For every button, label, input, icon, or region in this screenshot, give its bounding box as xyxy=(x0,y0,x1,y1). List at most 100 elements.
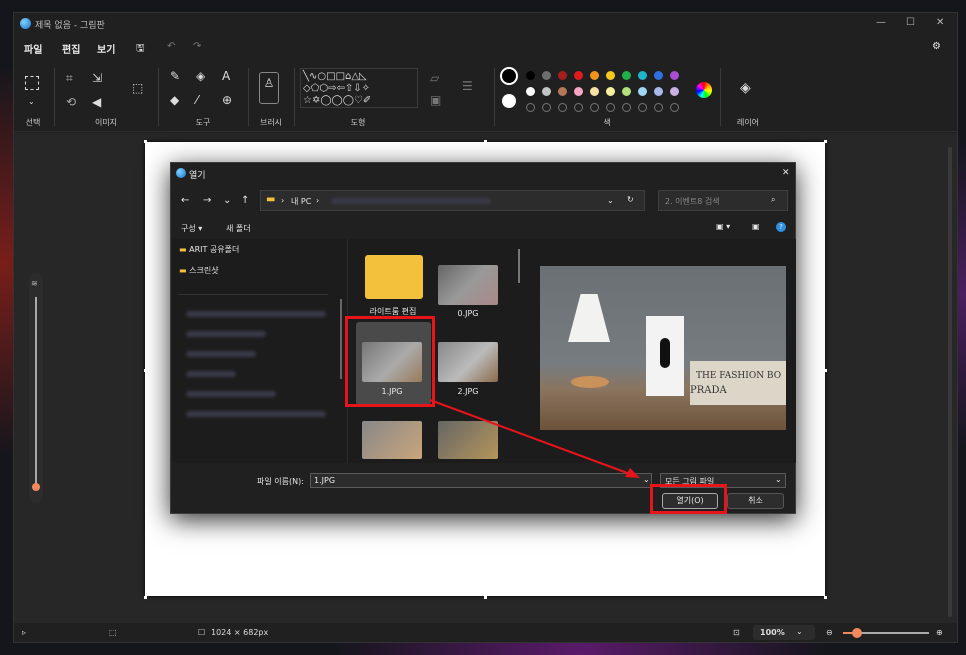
color-swatch[interactable] xyxy=(606,71,615,80)
color-swatch[interactable] xyxy=(526,87,535,96)
color-swatch[interactable] xyxy=(526,71,535,80)
color-swatch[interactable] xyxy=(638,87,647,96)
maximize-icon[interactable]: ☐ xyxy=(906,17,915,28)
color-swatch[interactable] xyxy=(542,71,551,80)
menu-view[interactable]: 보기 xyxy=(97,41,115,56)
image-thumbnail[interactable] xyxy=(438,421,498,459)
recent-chevron-icon[interactable]: ⌄ xyxy=(223,195,231,206)
edit-colors-icon[interactable] xyxy=(696,82,712,98)
forward-icon[interactable]: → xyxy=(203,195,211,206)
save-icon[interactable]: 🖫 xyxy=(136,41,145,58)
back-icon[interactable]: ← xyxy=(181,195,189,206)
zoom-in-icon[interactable]: ⊕ xyxy=(936,628,943,637)
color-swatch[interactable] xyxy=(670,87,679,96)
color-swatch[interactable] xyxy=(622,71,631,80)
help-icon[interactable]: ? xyxy=(776,222,786,232)
shape-size-icon[interactable]: ☰ xyxy=(462,80,473,92)
zoom-select[interactable]: 100% ⌄ xyxy=(753,625,815,640)
organize-button[interactable]: 구성 ▾ xyxy=(181,223,202,234)
settings-gear-icon[interactable]: ⚙ xyxy=(932,41,941,52)
secondary-color[interactable] xyxy=(502,94,516,108)
color-picker-icon[interactable]: ⁄ xyxy=(196,94,198,106)
chevron-down-icon[interactable]: ⌄ xyxy=(607,196,614,205)
menu-edit[interactable]: 편집 xyxy=(62,41,80,56)
nav-item-arit[interactable]: ▬ ARIT 공유폴더 xyxy=(179,244,239,255)
preview-pane-icon[interactable]: ▣ xyxy=(752,222,760,231)
color-swatch[interactable] xyxy=(542,87,551,96)
color-swatch[interactable] xyxy=(638,71,647,80)
pencil-icon[interactable]: ✎ xyxy=(170,70,180,82)
cancel-button[interactable]: 취소 xyxy=(727,493,784,509)
outline-icon[interactable]: ▱ xyxy=(430,72,439,84)
up-icon[interactable]: ↑ xyxy=(241,195,249,206)
empty-color-swatch[interactable] xyxy=(558,103,567,112)
address-bar[interactable]: ▬ › 내 PC › ⌄ ↻ xyxy=(260,190,645,211)
color-swatch[interactable] xyxy=(622,87,631,96)
color-swatch[interactable] xyxy=(558,87,567,96)
flip-icon[interactable]: ◀ xyxy=(92,96,101,108)
image-thumbnail[interactable] xyxy=(362,421,422,459)
new-folder-button[interactable]: 새 폴더 xyxy=(226,223,251,234)
view-icon[interactable]: ▣ ▾ xyxy=(716,222,730,231)
text-icon[interactable]: A xyxy=(222,70,230,82)
crop-icon[interactable]: ⌗ xyxy=(66,72,73,84)
dialog-close-icon[interactable]: ✕ xyxy=(782,168,790,178)
breadcrumb[interactable]: 내 PC xyxy=(291,196,311,207)
shapes-group: ╲∿○□□⌂△◺ ◇⬠⬡⇨⇦⇧⇩✧ ☆✡◯◯◯♡✐ ▱ ▣ ☰ 도형 xyxy=(296,60,492,132)
empty-color-swatch[interactable] xyxy=(638,103,647,112)
chevron-down-icon[interactable]: ⌄ xyxy=(643,475,650,484)
folder-icon[interactable] xyxy=(365,255,423,299)
zoom-thumb[interactable] xyxy=(852,628,862,638)
empty-color-swatch[interactable] xyxy=(654,103,663,112)
brush-size-slider[interactable]: ≋ xyxy=(29,273,43,503)
slider-thumb[interactable] xyxy=(32,483,40,491)
selection-icon[interactable] xyxy=(25,76,39,90)
color-swatch[interactable] xyxy=(558,71,567,80)
eraser-icon[interactable]: ◆ xyxy=(170,94,179,106)
color-swatch[interactable] xyxy=(574,87,583,96)
color-swatch[interactable] xyxy=(670,71,679,80)
empty-color-swatch[interactable] xyxy=(670,103,679,112)
brush-icon[interactable]: ♙ xyxy=(259,72,279,104)
minimize-icon[interactable]: — xyxy=(876,17,886,28)
filename-input[interactable]: 1.JPG ⌄ xyxy=(310,473,652,488)
fill-shape-icon[interactable]: ▣ xyxy=(430,94,441,106)
layers-icon[interactable]: ◈ xyxy=(740,81,751,95)
color-swatch[interactable] xyxy=(590,87,599,96)
empty-color-swatch[interactable] xyxy=(542,103,551,112)
color-swatch[interactable] xyxy=(654,87,663,96)
image-thumbnail[interactable] xyxy=(438,265,498,305)
empty-color-swatch[interactable] xyxy=(526,103,535,112)
resize-icon[interactable]: ⇲ xyxy=(92,72,102,84)
primary-color[interactable] xyxy=(500,67,518,85)
file-name[interactable]: 2.JPG xyxy=(438,387,498,396)
fill-icon[interactable]: ◈ xyxy=(196,70,205,82)
empty-color-swatch[interactable] xyxy=(606,103,615,112)
empty-color-swatch[interactable] xyxy=(622,103,631,112)
zoom-slider[interactable] xyxy=(843,628,929,638)
magnifier-icon[interactable]: ⊕ xyxy=(222,94,232,106)
color-swatch[interactable] xyxy=(574,71,583,80)
search-input[interactable]: 2. 이벤트8 검색 ⌕ xyxy=(658,190,788,211)
empty-color-swatch[interactable] xyxy=(590,103,599,112)
vertical-scrollbar[interactable] xyxy=(948,147,952,617)
file-name[interactable]: 0.JPG xyxy=(438,309,498,318)
undo-icon[interactable]: ↶ xyxy=(167,41,175,52)
rotate-icon[interactable]: ⟲ xyxy=(66,96,76,108)
menu-file[interactable]: 파일 xyxy=(24,41,42,56)
empty-color-swatch[interactable] xyxy=(574,103,583,112)
image-select-icon[interactable]: ⬚ xyxy=(132,82,143,94)
fit-icon[interactable]: ⊡ xyxy=(733,628,740,637)
refresh-icon[interactable]: ↻ xyxy=(627,195,634,204)
zoom-out-icon[interactable]: ⊖ xyxy=(826,628,833,637)
color-swatch[interactable] xyxy=(590,71,599,80)
search-icon: ⌕ xyxy=(771,195,776,204)
color-swatch[interactable] xyxy=(654,71,663,80)
shapes-gallery[interactable]: ╲∿○□□⌂△◺ ◇⬠⬡⇨⇦⇧⇩✧ ☆✡◯◯◯♡✐ xyxy=(300,68,418,108)
nav-item-screenshots[interactable]: ▬ 스크린샷 xyxy=(179,265,219,276)
redo-icon[interactable]: ↷ xyxy=(193,41,201,52)
image-thumbnail[interactable] xyxy=(438,342,498,382)
color-swatch[interactable] xyxy=(606,87,615,96)
close-icon[interactable]: ✕ xyxy=(936,17,944,28)
chevron-down-icon[interactable]: ⌄ xyxy=(28,96,35,108)
